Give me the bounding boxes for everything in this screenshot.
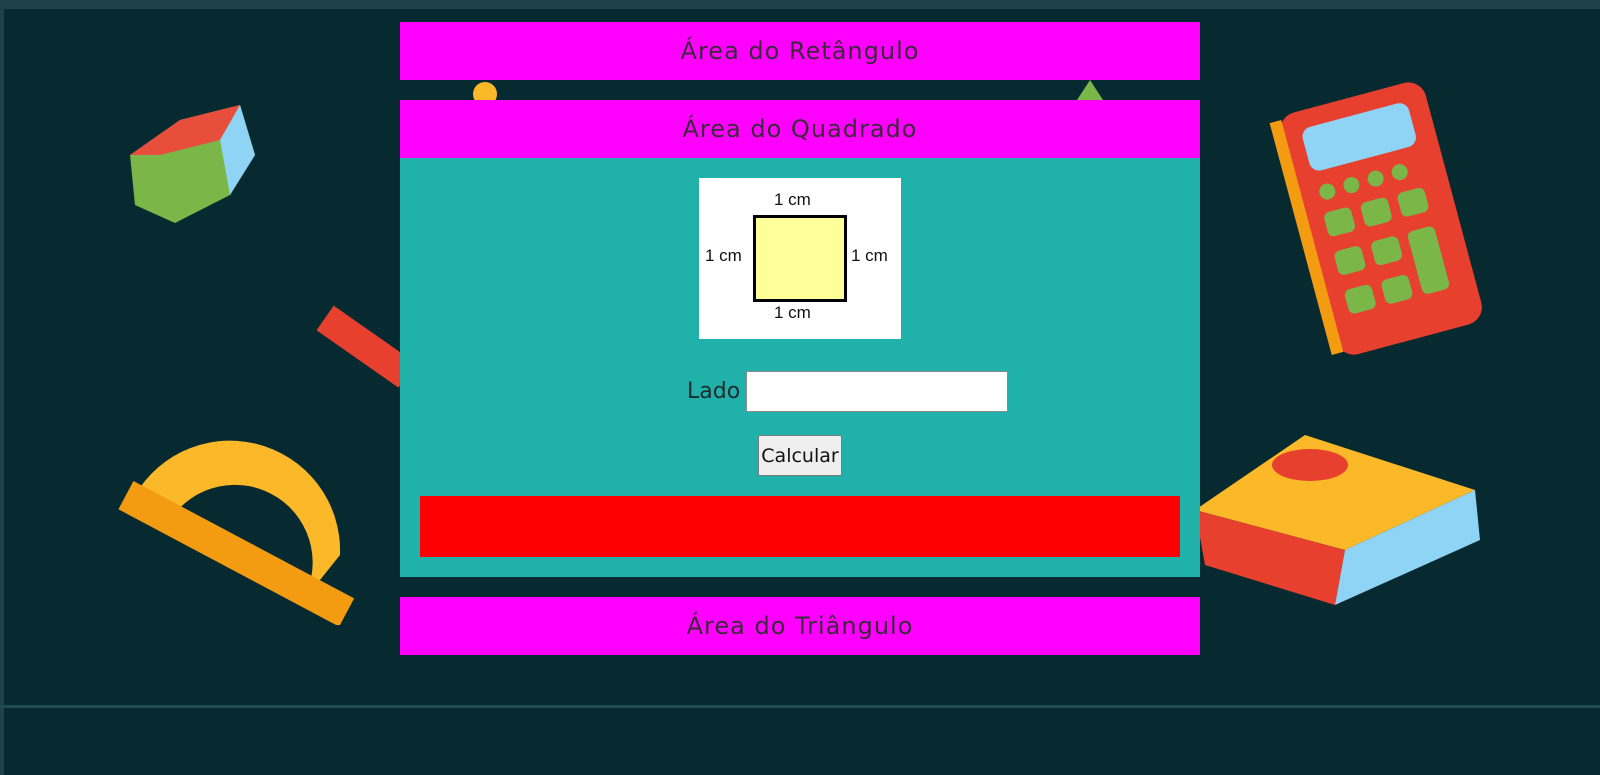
- figure-label-bottom: 1 cm: [774, 303, 811, 322]
- square-figure: 1 cm 1 cm 1 cm 1 cm: [699, 178, 901, 339]
- result-box: [420, 496, 1180, 557]
- footer-divider: [0, 705, 1600, 708]
- side-input[interactable]: [746, 371, 1008, 412]
- calculator-icon: [1269, 82, 1482, 355]
- square-area-header[interactable]: Área do Quadrado: [400, 100, 1200, 158]
- side-input-row: Lado: [400, 371, 1200, 413]
- figure-label-left: 1 cm: [705, 246, 742, 265]
- square-shape: [753, 215, 847, 302]
- calculate-button[interactable]: Calcular: [758, 435, 842, 476]
- cube-icon: [130, 105, 255, 223]
- book-icon: [1195, 435, 1480, 605]
- protractor-icon: [118, 440, 355, 625]
- accordion: Área do Retângulo Área do Quadrado 1 cm …: [400, 22, 1200, 655]
- ruler-icon: [316, 305, 405, 388]
- rectangle-area-header[interactable]: Área do Retângulo: [400, 22, 1200, 80]
- triangle-area-header[interactable]: Área do Triângulo: [400, 597, 1200, 655]
- figure-label-top: 1 cm: [774, 190, 811, 209]
- square-area-panel: 1 cm 1 cm 1 cm 1 cm Lado Calcular: [400, 158, 1200, 577]
- figure-label-right: 1 cm: [851, 246, 888, 265]
- side-label: Lado: [687, 379, 741, 404]
